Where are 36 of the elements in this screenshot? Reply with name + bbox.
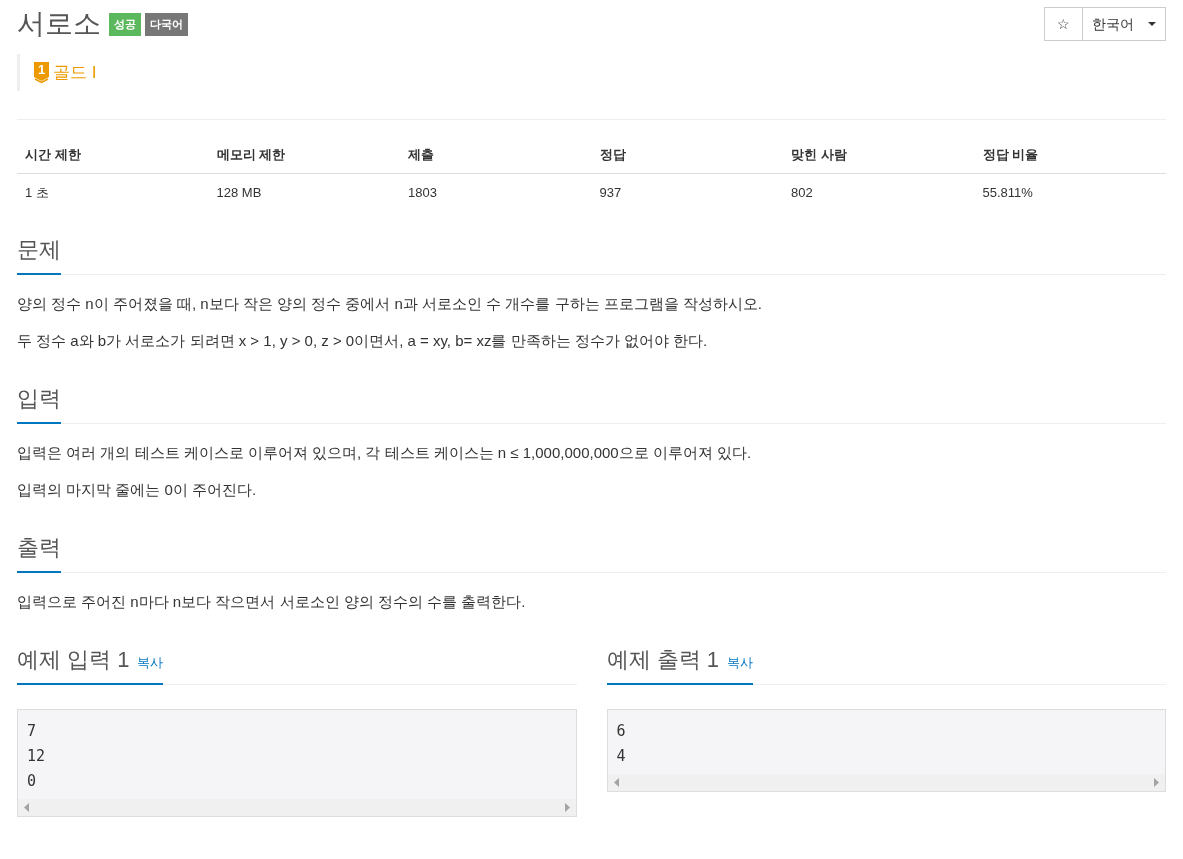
scroll-right-icon — [564, 803, 570, 812]
horizontal-scrollbar[interactable] — [18, 799, 576, 816]
column-header: 시간 제한 — [25, 147, 81, 162]
copy-link[interactable]: 복사 — [137, 653, 164, 673]
scroll-left-icon — [613, 778, 619, 787]
tier-icon: 1 — [34, 62, 49, 83]
paragraph: 입력으로 주어진 n마다 n보다 작으면서 서로소인 양의 정수의 수를 출력한다. — [17, 592, 527, 612]
section-heading: 예제 출력 1 — [606, 646, 719, 674]
column-header: 제출 — [408, 147, 434, 162]
sample-text: 7 12 0 — [26, 721, 47, 792]
table-cell: 1803 — [408, 184, 437, 200]
paragraph: 양의 정수 n이 주어졌을 때, n보다 작은 양의 정수 중에서 n과 서로소인 수 개수를 구하는 프로그램을 작성하시오. — [17, 294, 764, 314]
column-header: 메모리 제한 — [216, 147, 286, 162]
table-cell: 55.811% — [982, 184, 1033, 200]
status-badge: 성공 — [109, 12, 141, 36]
scroll-left-icon — [24, 803, 29, 812]
section-heading: 출력 — [17, 534, 61, 562]
status-badge: 다국어 — [145, 12, 188, 36]
table-cell: 1 초 — [25, 184, 49, 200]
paragraph: 입력은 여러 개의 테스트 케이스로 이루어져 있으며, 각 테스트 케이스는 n ≤ 1,000,000,000으로 이루어져 있다. — [17, 443, 753, 463]
table-cell: 802 — [791, 184, 813, 200]
section-heading: 예제 입력 1 — [17, 646, 130, 674]
table-cell: 128 MB — [216, 184, 262, 200]
column-header: 정답 비율 — [982, 147, 1039, 162]
problem-title: 서로소 — [17, 7, 101, 41]
copy-link[interactable]: 복사 — [726, 653, 753, 673]
column-header: 맞힌 사람 — [791, 147, 847, 162]
sample-text: 6 4 — [615, 721, 627, 767]
paragraph: 두 정수 a와 b가 서로소가 되려면 x > 1, y > 0, z > 0이면서, a = xy, b= xz를 만족하는 정수가 없어야 한다. — [17, 331, 709, 351]
scroll-right-icon — [1154, 778, 1159, 787]
section-heading: 문제 — [17, 236, 61, 264]
horizontal-scrollbar[interactable] — [607, 774, 1165, 791]
table-cell: 937 — [599, 184, 622, 200]
section-heading: 입력 — [17, 385, 61, 413]
paragraph: 입력의 마지막 줄에는 0이 주어진다. — [17, 480, 258, 500]
column-header: 정답 — [599, 147, 626, 162]
